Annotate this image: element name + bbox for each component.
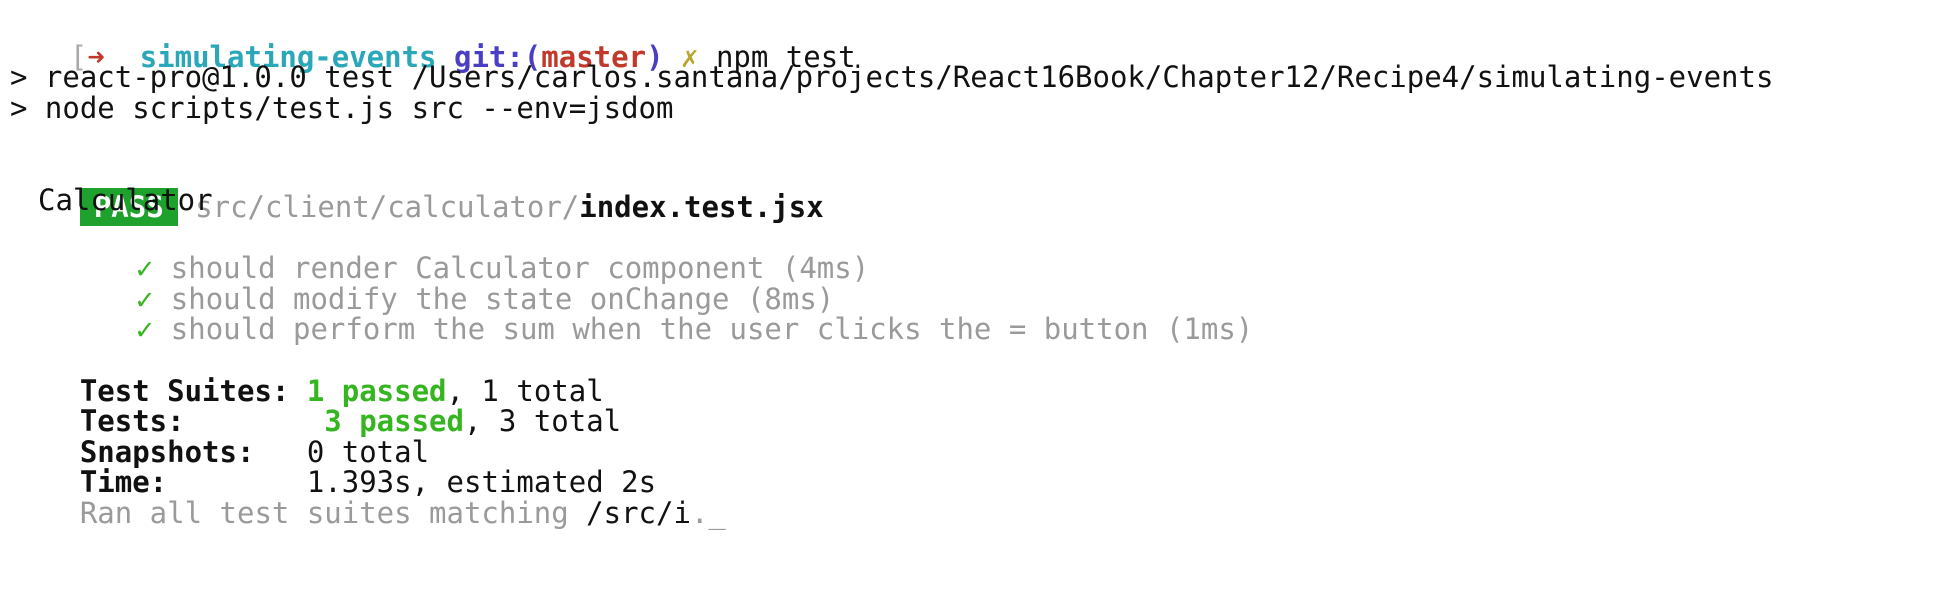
ran-all-line: Ran all test suites matching /src/i._ — [10, 456, 726, 530]
test-item: ✓ should perform the sum when the user c… — [66, 272, 1253, 346]
terminal-cursor[interactable]: _ — [708, 496, 725, 530]
ran-suffix: . — [690, 496, 709, 530]
ran-pattern: /src/i — [586, 496, 691, 530]
terminal-window[interactable]: [➜ simulating-events git:(master) ✗ npm … — [0, 0, 1950, 609]
prompt-line: [➜ simulating-events git:(master) ✗ npm … — [0, 0, 856, 74]
script-line-2: > node scripts/test.js src --env=jsdom — [10, 91, 674, 125]
ran-prefix: Ran all test suites matching — [79, 496, 587, 530]
